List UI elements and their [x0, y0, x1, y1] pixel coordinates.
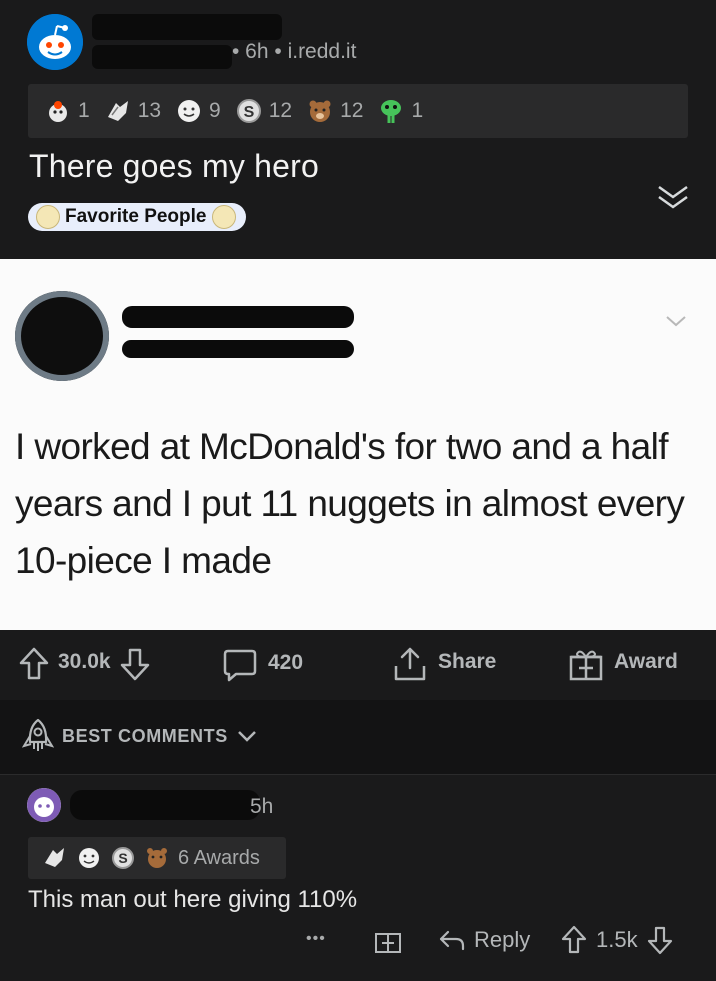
reply-arrow-icon — [438, 926, 466, 954]
redacted-subreddit-name — [92, 14, 282, 40]
comments-button[interactable]: 420 — [222, 647, 304, 682]
collapse-chevron-icon[interactable] — [654, 183, 692, 213]
post-meta: • 6h • i.redd.it — [232, 40, 357, 63]
redacted-display-name — [122, 306, 354, 328]
redacted-commenter-name — [70, 790, 260, 820]
wholesome-icon — [175, 97, 203, 125]
award-item[interactable]: 9 — [175, 97, 221, 125]
vote-score: 30.0k — [58, 650, 111, 673]
redacted-username — [92, 45, 232, 69]
wholesome-icon — [76, 845, 102, 871]
reply-label: Reply — [474, 927, 531, 952]
hands-icon — [104, 97, 132, 125]
bear-icon — [306, 97, 334, 125]
comment-meta: 5h — [250, 795, 274, 818]
award-count: 12 — [340, 99, 364, 122]
award-button[interactable]: Award — [568, 646, 678, 681]
award-count: 1 — [411, 99, 424, 122]
award-item[interactable]: 1 — [377, 97, 423, 125]
award-item[interactable]: 13 — [104, 97, 161, 125]
comment-vote-group: 1.5k — [560, 925, 674, 955]
award-count: 13 — [137, 99, 162, 122]
comment-body: This man out here giving 110% — [28, 886, 358, 913]
svg-text:S: S — [118, 850, 127, 866]
award-count: 1 — [78, 99, 90, 122]
tweet-avatar — [15, 291, 109, 381]
bear-icon — [144, 845, 170, 871]
award-item[interactable]: 12 — [306, 97, 363, 125]
post-title[interactable]: There goes my hero — [29, 148, 319, 185]
subreddit-avatar[interactable] — [27, 14, 83, 70]
silver-s-icon: S — [235, 97, 263, 125]
reply-button[interactable]: Reply — [438, 926, 530, 954]
green-alien-icon — [377, 97, 405, 125]
gift-icon — [568, 646, 603, 681]
award-count: 12 — [268, 99, 293, 122]
award-label: Award — [614, 650, 678, 673]
silver-s-icon: S — [110, 845, 136, 871]
comment-awards-label: 6 Awards — [178, 846, 260, 869]
flair-face-icon — [211, 205, 236, 229]
flair-label: Favorite People — [65, 206, 207, 227]
awards-bar[interactable]: 1 13 9 S 12 12 1 — [28, 84, 688, 138]
award-item[interactable]: S 12 — [235, 97, 292, 125]
flair-face-icon — [36, 205, 60, 229]
downvote-arrow-icon[interactable] — [119, 646, 151, 681]
svg-text:S: S — [243, 104, 254, 121]
redacted-handle — [122, 340, 354, 358]
post-flair[interactable]: Favorite People — [28, 203, 246, 231]
comment-count: 420 — [268, 651, 304, 674]
share-button[interactable]: Share — [392, 646, 497, 681]
rocket-icon — [22, 718, 54, 754]
share-label: Share — [438, 650, 497, 673]
award-count: 9 — [209, 99, 221, 122]
comment-sort-button[interactable]: BEST COMMENTS — [22, 718, 258, 754]
comment-score: 1.5k — [596, 927, 638, 952]
downvote-arrow-icon[interactable] — [646, 925, 674, 955]
sort-label: BEST COMMENTS — [62, 725, 228, 746]
tweet-text: I worked at McDonald's for two and a hal… — [15, 426, 685, 581]
comment-bubble-icon — [222, 647, 257, 682]
award-item[interactable]: 1 — [44, 97, 90, 125]
rocket-like-icon — [44, 97, 72, 125]
upvote-arrow-icon[interactable] — [18, 646, 50, 680]
share-icon — [392, 646, 426, 681]
hands-icon — [42, 845, 68, 871]
comment-award-gift-icon[interactable] — [374, 926, 402, 954]
upvote-arrow-icon[interactable] — [560, 925, 588, 955]
vote-group: 30.0k — [18, 646, 151, 681]
commenter-avatar[interactable] — [27, 788, 61, 822]
chevron-down-icon — [236, 728, 258, 744]
tweet-chevron-down-icon — [663, 312, 689, 330]
more-options-button[interactable]: ••• — [306, 930, 326, 948]
comment-awards[interactable]: S 6 Awards — [28, 837, 286, 879]
